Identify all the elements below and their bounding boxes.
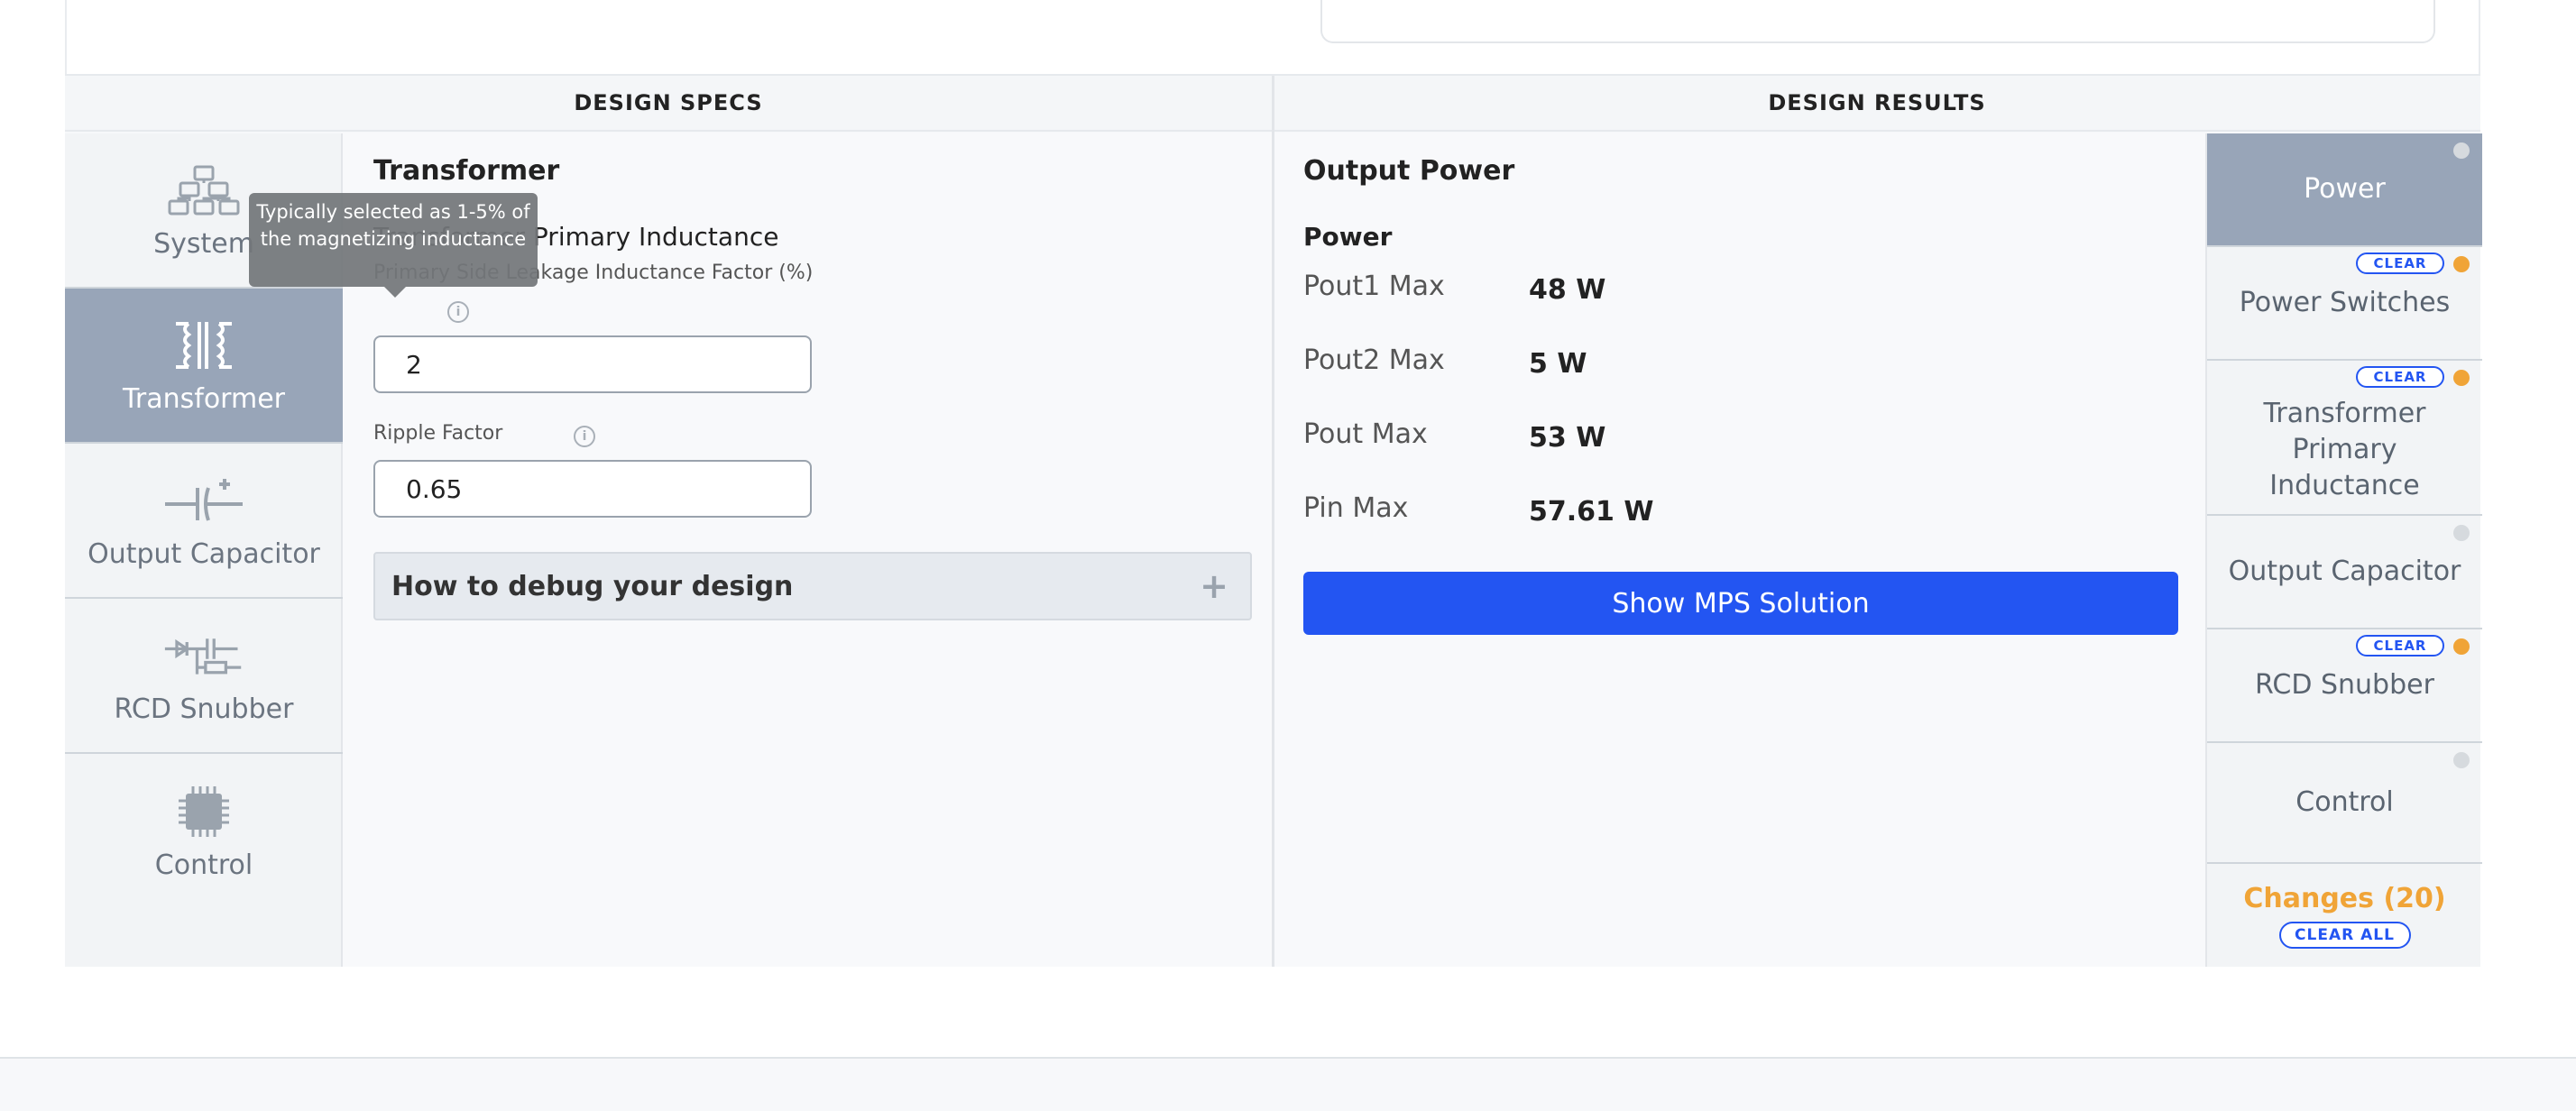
ripple-factor-input[interactable]: 0.65 [373, 460, 812, 518]
nav-item-output-capacitor[interactable]: Output Capacitor [65, 444, 343, 599]
design-results-header: DESIGN RESULTS [1274, 76, 2480, 132]
section-title: Transformer [373, 155, 560, 187]
info-icon[interactable]: i [447, 301, 469, 323]
result-label: Pout1 Max [1303, 271, 1445, 302]
result-value: 48 W [1529, 274, 1606, 306]
changes-summary: Changes (20) CLEAR ALL [2207, 864, 2482, 967]
info-tooltip: Typically selected as 1-5% of the magnet… [249, 193, 538, 298]
nav-item-control[interactable]: Control [65, 754, 343, 909]
results-nav-label: Output Capacitor [2228, 556, 2461, 587]
leakage-factor-input[interactable]: 2 [373, 335, 812, 393]
status-dot [2453, 256, 2470, 272]
results-nav-label: Control [2295, 786, 2394, 818]
results-nav: Power CLEAR Power Switches CLEAR Transfo… [2205, 133, 2482, 967]
page-footer [0, 1057, 2576, 1111]
result-label: Pout Max [1303, 418, 1428, 450]
transformer-icon [163, 317, 244, 374]
result-label: Pout2 Max [1303, 344, 1445, 376]
clear-badge[interactable]: CLEAR [2356, 252, 2444, 274]
info-icon[interactable]: i [574, 426, 595, 447]
status-dot [2453, 142, 2470, 159]
results-nav-output-capacitor[interactable]: Output Capacitor [2207, 516, 2482, 629]
nav-label: Transformer [122, 382, 285, 415]
outer-border-right [2479, 0, 2480, 76]
results-nav-label: Power Switches [2239, 287, 2451, 318]
results-subtitle: Power [1303, 222, 1393, 252]
design-app: DESIGN SPECS DESIGN RESULTS System Trans… [65, 74, 2482, 967]
results-nav-control[interactable]: Control [2207, 743, 2482, 864]
status-dot [2453, 370, 2470, 386]
results-nav-rcd-snubber[interactable]: CLEAR RCD Snubber [2207, 629, 2482, 743]
top-card [1320, 0, 2435, 43]
system-hierarchy-icon [163, 161, 244, 219]
status-dot [2453, 638, 2470, 655]
clear-badge[interactable]: CLEAR [2356, 366, 2444, 388]
status-dot [2453, 752, 2470, 768]
snubber-icon [163, 627, 244, 684]
results-nav-power-switches[interactable]: CLEAR Power Switches [2207, 247, 2482, 361]
results-nav-label: Power [2304, 173, 2386, 205]
results-nav-transformer-primary-inductance[interactable]: CLEAR Transformer Primary Inductance [2207, 361, 2482, 516]
nav-label: Control [154, 849, 253, 881]
nav-label: System [153, 227, 254, 260]
ripple-factor-label: Ripple Factor [373, 422, 503, 445]
capacitor-icon [163, 472, 244, 529]
result-value: 53 W [1529, 422, 1606, 454]
nav-label: RCD Snubber [114, 693, 294, 725]
result-value: 5 W [1529, 348, 1587, 380]
results-nav-label: Transformer Primary Inductance [2263, 398, 2426, 501]
debug-accordion[interactable]: How to debug your design + [373, 552, 1252, 620]
result-label: Pin Max [1303, 492, 1409, 524]
results-nav-power[interactable]: Power [2207, 133, 2482, 247]
status-dot [2453, 525, 2470, 541]
results-nav-label: RCD Snubber [2255, 669, 2434, 701]
accordion-label: How to debug your design [391, 570, 794, 602]
plus-icon: + [1200, 566, 1228, 606]
design-results-panel: Output Power Power Pout1 Max 48 W Pout2 … [1274, 133, 2205, 967]
clear-badge[interactable]: CLEAR [2356, 635, 2444, 656]
results-title: Output Power [1303, 155, 1515, 187]
result-value: 57.61 W [1529, 496, 1654, 528]
clear-all-button[interactable]: CLEAR ALL [2278, 921, 2411, 949]
nav-item-transformer[interactable]: Transformer [65, 289, 343, 444]
outer-border-left [65, 0, 67, 76]
design-specs-header: DESIGN SPECS [65, 76, 1272, 132]
changes-count: Changes (20) [2243, 882, 2446, 914]
nav-item-rcd-snubber[interactable]: RCD Snubber [65, 599, 343, 754]
chip-icon [163, 783, 244, 840]
show-mps-solution-button[interactable]: Show MPS Solution [1303, 572, 2178, 635]
nav-label: Output Capacitor [87, 537, 320, 570]
